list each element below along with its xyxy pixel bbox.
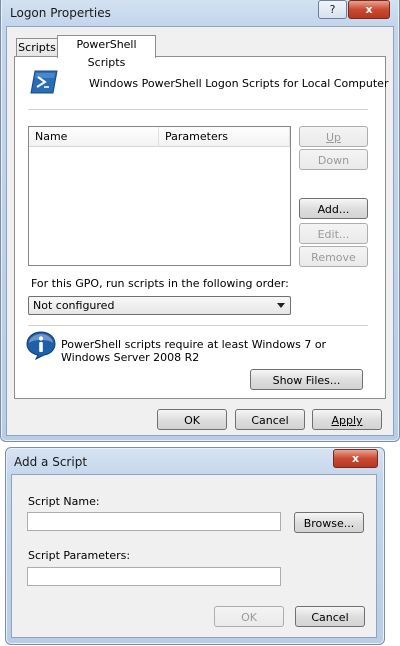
- add-script-ok-button[interactable]: OK: [214, 606, 284, 627]
- logon-apply-label: Apply: [331, 414, 363, 427]
- add-script-cancel-button[interactable]: Cancel: [295, 606, 365, 627]
- remove-button[interactable]: Remove: [299, 246, 368, 267]
- powershell-icon: [30, 70, 58, 94]
- dropdown-arrow-icon: [277, 303, 285, 308]
- down-button-label: Down: [317, 154, 350, 167]
- show-files-button[interactable]: Show Files...: [250, 369, 363, 390]
- down-button[interactable]: Down: [299, 149, 368, 170]
- tab-scripts[interactable]: Scripts: [16, 38, 58, 57]
- edit-button-label: Edit...: [317, 228, 350, 241]
- logon-cancel-label: Cancel: [251, 414, 289, 427]
- info-icon: [25, 330, 57, 361]
- add-script-title: Add a Script: [14, 455, 88, 469]
- browse-label: Browse...: [303, 517, 355, 530]
- close-icon: x: [351, 452, 360, 465]
- logon-cancel-button[interactable]: Cancel: [235, 409, 305, 430]
- browse-button[interactable]: Browse...: [294, 512, 364, 533]
- help-icon: ?: [329, 3, 336, 16]
- edit-button[interactable]: Edit...: [299, 223, 368, 244]
- scripts-list[interactable]: Name Parameters: [28, 126, 291, 266]
- column-header-parameters[interactable]: Parameters: [159, 127, 290, 147]
- column-header-name[interactable]: Name: [29, 127, 159, 147]
- order-dropdown[interactable]: Not configured: [28, 296, 291, 315]
- show-files-label: Show Files...: [272, 374, 341, 387]
- header-separator: [28, 109, 368, 111]
- close-icon: x: [365, 3, 373, 16]
- add-button[interactable]: Add...: [299, 198, 368, 219]
- logon-close-button[interactable]: x: [348, 0, 390, 19]
- add-script-ok-label: OK: [241, 611, 257, 624]
- script-name-label: Script Name:: [28, 495, 100, 508]
- order-dropdown-value: Not configured: [33, 299, 115, 312]
- help-button[interactable]: ?: [318, 0, 347, 19]
- up-button-label: Up: [325, 131, 342, 144]
- order-label: For this GPO, run scripts in the followi…: [31, 277, 289, 290]
- script-name-input[interactable]: [27, 512, 281, 531]
- script-params-input[interactable]: [27, 567, 281, 586]
- panel-header-text: Windows PowerShell Logon Scripts for Loc…: [89, 77, 389, 90]
- info-text: PowerShell scripts require at least Wind…: [61, 338, 327, 364]
- logon-apply-button[interactable]: Apply: [312, 409, 382, 430]
- add-button-label: Add...: [317, 203, 350, 216]
- logon-ok-button[interactable]: OK: [157, 409, 227, 430]
- logon-dialog-title: Logon Properties: [10, 6, 111, 20]
- logon-ok-label: OK: [184, 414, 200, 427]
- script-params-label: Script Parameters:: [28, 549, 131, 562]
- add-script-cancel-label: Cancel: [311, 611, 349, 624]
- tab-powershell-scripts[interactable]: PowerShell Scripts: [57, 35, 156, 69]
- add-script-close-button[interactable]: x: [333, 449, 378, 468]
- info-separator: [28, 325, 368, 327]
- remove-button-label: Remove: [311, 251, 356, 264]
- up-button[interactable]: Up: [299, 126, 368, 147]
